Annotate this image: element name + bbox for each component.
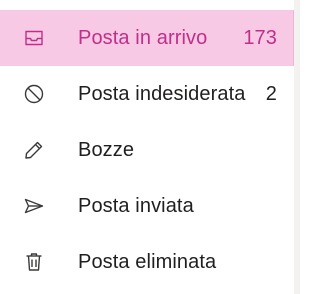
trash-icon [22, 250, 46, 274]
unread-count: 173 [243, 26, 277, 49]
folder-item-deleted[interactable]: Posta eliminata [0, 234, 299, 290]
folder-label: Posta indesiderata [78, 82, 246, 105]
folder-pane: Posta in arrivo 173 Posta indesiderata 2… [0, 0, 300, 294]
folder-item-junk[interactable]: Posta indesiderata 2 [0, 66, 299, 122]
send-icon [22, 194, 46, 218]
folder-item-drafts[interactable]: Bozze [0, 122, 299, 178]
folder-label: Posta inviata [78, 194, 194, 217]
inbox-icon [22, 26, 46, 50]
unread-count: 2 [265, 82, 277, 105]
folder-label: Posta eliminata [78, 250, 217, 273]
folder-item-inbox[interactable]: Posta in arrivo 173 [0, 10, 299, 66]
folder-label: Posta in arrivo [78, 26, 208, 49]
block-icon [22, 82, 46, 106]
folder-list: Posta in arrivo 173 Posta indesiderata 2… [0, 0, 299, 290]
folder-item-sent[interactable]: Posta inviata [0, 178, 299, 234]
pencil-icon [22, 138, 46, 162]
folder-label: Bozze [78, 138, 135, 161]
